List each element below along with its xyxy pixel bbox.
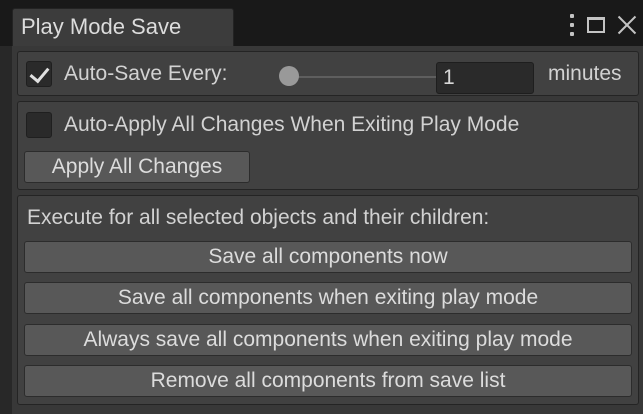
autosave-label: Auto-Save Every: bbox=[64, 62, 228, 85]
close-icon[interactable] bbox=[617, 15, 637, 35]
window-controls bbox=[569, 10, 637, 40]
autosave-section: Auto-Save Every: 1 minutes bbox=[17, 51, 639, 96]
save-all-on-exit-button[interactable]: Save all components when exiting play mo… bbox=[24, 282, 632, 314]
autoapply-section: Auto-Apply All Changes When Exiting Play… bbox=[17, 101, 639, 190]
autosave-unit-label: minutes bbox=[548, 62, 622, 85]
autosave-checkbox[interactable] bbox=[26, 61, 52, 87]
maximize-icon[interactable] bbox=[587, 17, 605, 33]
remove-all-from-save-list-button[interactable]: Remove all components from save list bbox=[24, 365, 632, 397]
save-all-components-now-button[interactable]: Save all components now bbox=[24, 241, 632, 273]
autosave-slider-track[interactable] bbox=[284, 76, 440, 78]
tab-bar: Play Mode Save bbox=[0, 0, 643, 46]
play-mode-save-window: Play Mode Save Auto-Save Every: 1 minute… bbox=[0, 0, 643, 414]
execute-section: Execute for all selected objects and the… bbox=[17, 195, 639, 405]
execute-heading: Execute for all selected objects and the… bbox=[27, 206, 490, 229]
autosave-slider-thumb[interactable] bbox=[279, 66, 299, 86]
kebab-menu-icon[interactable] bbox=[569, 14, 575, 36]
tab-play-mode-save[interactable]: Play Mode Save bbox=[12, 8, 234, 46]
autoapply-checkbox[interactable] bbox=[26, 112, 52, 138]
autoapply-label: Auto-Apply All Changes When Exiting Play… bbox=[64, 113, 520, 136]
panel-content: Auto-Save Every: 1 minutes Auto-Apply Al… bbox=[12, 46, 643, 414]
apply-all-changes-button[interactable]: Apply All Changes bbox=[24, 151, 250, 183]
autosave-minutes-input[interactable]: 1 bbox=[436, 62, 534, 94]
always-save-all-on-exit-button[interactable]: Always save all components when exiting … bbox=[24, 324, 632, 356]
